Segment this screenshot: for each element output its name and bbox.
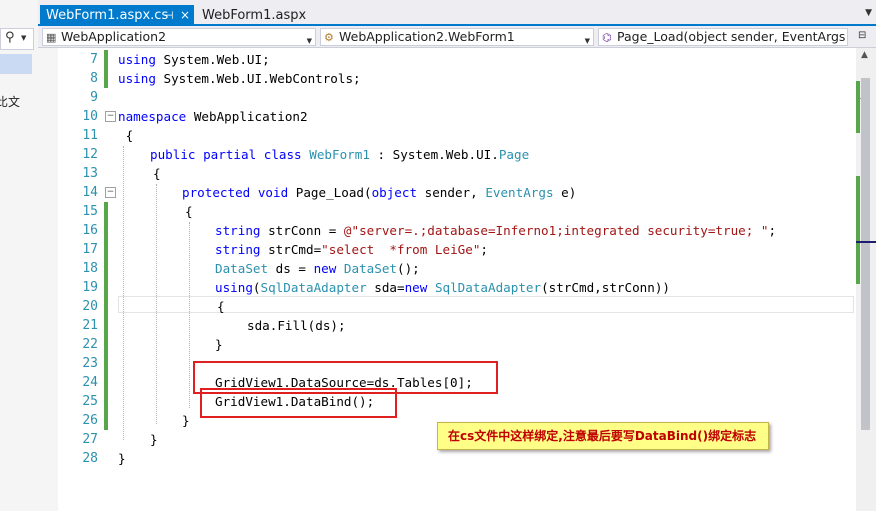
line-number: 28 — [82, 451, 98, 466]
line-number: 14 — [82, 185, 98, 200]
code-line-26: } — [182, 413, 190, 428]
member-dropdown[interactable]: ⌬ Page_Load(object sender, EventArgs e) — [598, 28, 848, 46]
document-tab-bar: WebForm1.aspx.cs ⊣ × WebForm1.aspx ▼ — [38, 0, 876, 26]
editor-margin — [38, 48, 58, 511]
highlight-box-databind — [200, 388, 397, 418]
line-number: 12 — [82, 147, 98, 162]
line-number: 26 — [82, 413, 98, 428]
line-number: 20 — [82, 299, 98, 314]
pin-icon[interactable]: ᅟ — [0, 4, 11, 21]
line-number: 15 — [82, 204, 98, 219]
method-icon: ⌬ — [602, 31, 612, 44]
code-line-28: } — [118, 451, 126, 466]
current-line-highlight — [118, 296, 854, 313]
panel-text-fragment: 比文 — [0, 95, 21, 109]
code-line-20: { — [217, 299, 225, 314]
pin-icon[interactable]: ⊣ — [164, 5, 174, 26]
code-line-21: sda.Fill(ds); — [247, 318, 346, 333]
tab-list-dropdown-icon[interactable]: ▼ — [865, 8, 872, 18]
project-label: WebApplication2 — [61, 29, 167, 44]
scrollbar-thumb[interactable] — [861, 78, 870, 430]
line-number: 18 — [82, 261, 98, 276]
code-line-22: } — [215, 337, 223, 352]
line-number: 10 — [82, 109, 98, 124]
code-line-27: } — [150, 432, 158, 447]
class-label: WebApplication2.WebForm1 — [339, 29, 515, 44]
annotation-note: 在cs文件中这样绑定,注意最后要写DataBind()绑定标志 — [437, 422, 769, 450]
tab-webform1-aspx-cs[interactable]: WebForm1.aspx.cs ⊣ × — [40, 5, 194, 26]
change-marker — [104, 50, 108, 88]
line-number: 8 — [90, 71, 98, 86]
indent-guide — [189, 222, 190, 408]
line-number: 9 — [90, 90, 98, 105]
scrollbar-change-marker — [856, 81, 860, 133]
line-number: 22 — [82, 337, 98, 352]
navigation-bar: ▦ WebApplication2 ▼ ⚙ WebApplication2.We… — [38, 26, 876, 48]
caret-position-marker — [856, 241, 876, 243]
code-line-17: string strCmd="select *from LeiGe"; — [215, 242, 488, 257]
indent-guide — [156, 184, 157, 424]
code-line-13: { — [153, 166, 161, 181]
tab-label: WebForm1.aspx — [202, 8, 307, 23]
line-number: 25 — [82, 394, 98, 409]
search-icon: ⚲ — [5, 30, 15, 45]
panel-selected-item[interactable] — [0, 54, 32, 74]
tab-webform1-aspx[interactable]: WebForm1.aspx — [196, 5, 312, 26]
line-number: 19 — [82, 280, 98, 295]
line-number: 23 — [82, 356, 98, 371]
project-dropdown[interactable]: ▦ WebApplication2 ▼ — [42, 28, 316, 46]
code-line-7: using System.Web.UI; — [118, 52, 270, 67]
code-line-11: { — [118, 128, 134, 143]
member-label: Page_Load(object sender, EventArgs e) — [617, 29, 848, 44]
chevron-down-icon: ▼ — [21, 34, 27, 42]
close-icon[interactable]: × — [180, 5, 190, 26]
scroll-up-icon[interactable]: ▲ — [861, 50, 868, 60]
line-number: 11 — [82, 128, 98, 143]
tab-label: WebForm1.aspx.cs — [46, 8, 169, 23]
code-line-10: namespace WebApplication2 — [118, 109, 308, 124]
class-dropdown[interactable]: ⚙ WebApplication2.WebForm1 ▼ — [320, 28, 594, 46]
collapse-icon[interactable]: − — [105, 111, 116, 122]
code-line-18: DataSet ds = new DataSet(); — [215, 261, 420, 276]
scrollbar-change-marker — [856, 176, 860, 284]
chevron-down-icon: ▼ — [584, 37, 590, 45]
code-line-8: using System.Web.UI.WebControls; — [118, 71, 361, 86]
change-marker — [104, 202, 108, 430]
code-line-14: protected void Page_Load(object sender, … — [182, 185, 577, 200]
split-icon[interactable]: ⊟ — [858, 30, 866, 41]
code-line-16: string strConn = @"server=.;database=Inf… — [215, 223, 777, 238]
line-number: 27 — [82, 432, 98, 447]
indent-guide — [123, 146, 124, 440]
line-number: 13 — [82, 166, 98, 181]
line-number: 7 — [90, 52, 98, 67]
vertical-scrollbar[interactable]: ▲ — [856, 48, 876, 511]
code-line-15: { — [185, 204, 193, 219]
line-number: 21 — [82, 318, 98, 333]
code-line-19: using(SqlDataAdapter sda=new SqlDataAdap… — [215, 280, 670, 295]
solution-panel-edge: ᅟ ⚲ ▼ 比文 — [0, 0, 39, 511]
class-icon: ⚙ — [324, 31, 334, 44]
line-number: 16 — [82, 223, 98, 238]
project-icon: ▦ — [46, 31, 57, 44]
collapse-icon[interactable]: − — [105, 187, 116, 198]
line-number: 24 — [82, 375, 98, 390]
chevron-down-icon: ▼ — [306, 37, 312, 45]
panel-search-box[interactable]: ⚲ ▼ — [0, 28, 34, 50]
code-line-12: public partial class WebForm1 : System.W… — [150, 147, 530, 162]
line-number: 17 — [82, 242, 98, 257]
